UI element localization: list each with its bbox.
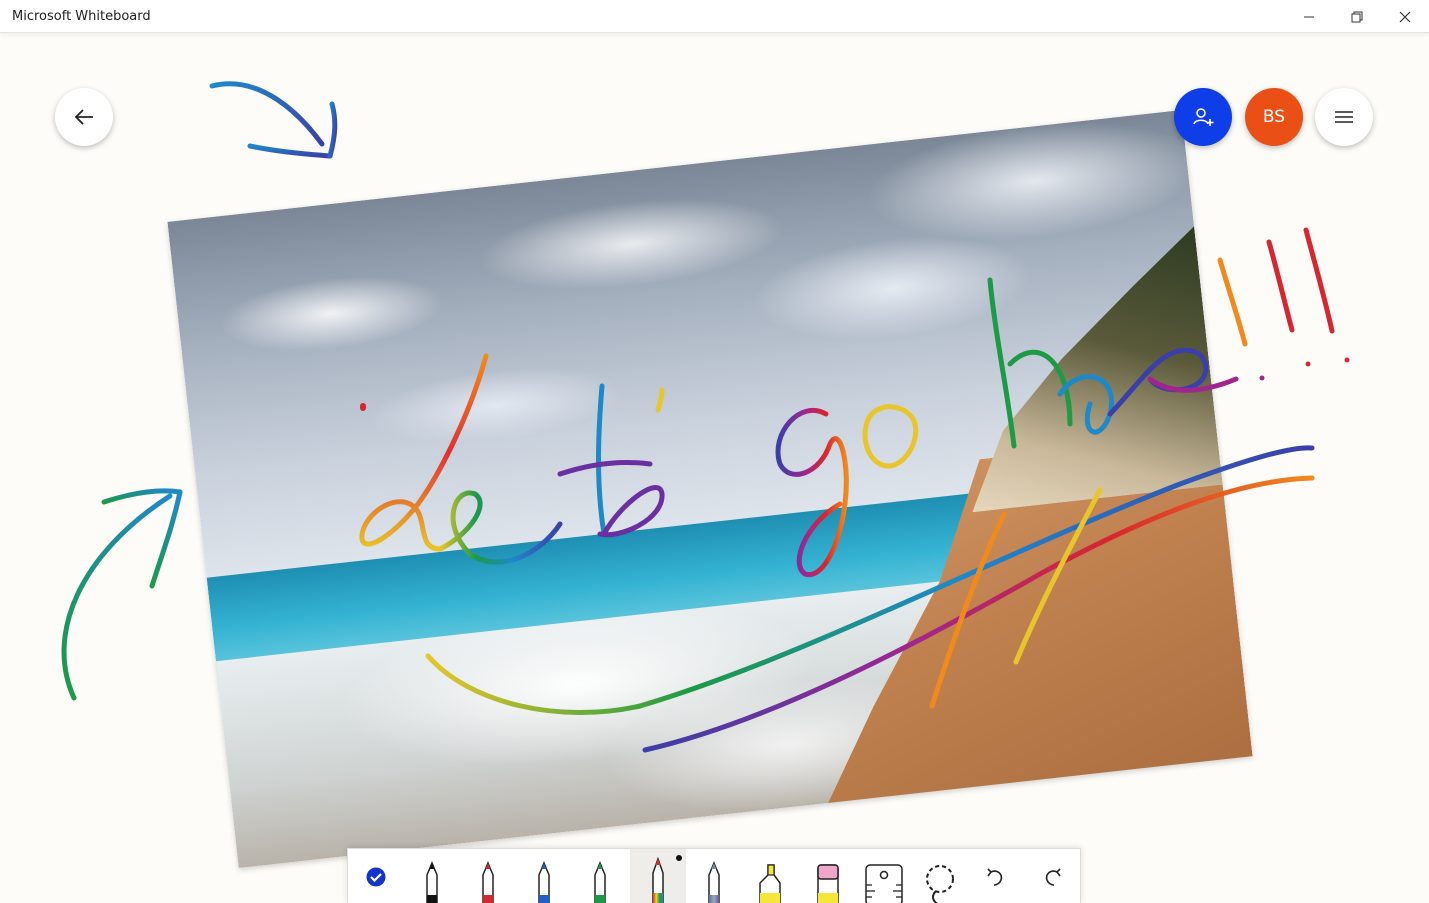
user-initials: BS: [1262, 107, 1286, 127]
redo-icon: [1045, 868, 1061, 886]
highlighter-button[interactable]: [742, 849, 798, 903]
pen-icon: [708, 861, 720, 903]
close-button[interactable]: [1382, 0, 1428, 33]
pen-icon: [652, 856, 664, 903]
pen-icon: [482, 861, 494, 903]
pen-galaxy-button[interactable]: [686, 849, 742, 903]
pen-green-button[interactable]: [572, 849, 628, 903]
ink-toolbar: [347, 848, 1081, 903]
ruler-button[interactable]: [856, 849, 912, 903]
ruler-icon: [865, 864, 903, 903]
handwriting-go: [775, 404, 919, 578]
redo-button[interactable]: [1024, 849, 1080, 903]
user-avatar[interactable]: BS: [1245, 88, 1303, 146]
pen-icon: [426, 861, 438, 903]
back-arrow-icon: [74, 109, 93, 125]
lasso-button[interactable]: [912, 849, 968, 903]
pen-rainbow-button[interactable]: [630, 849, 686, 903]
select-tool-button[interactable]: [348, 849, 404, 903]
pen-black-button[interactable]: [404, 849, 460, 903]
restore-icon: [1351, 11, 1363, 22]
whiteboard-canvas[interactable]: BS: [0, 34, 1429, 903]
pen-blue-button[interactable]: [516, 849, 572, 903]
eraser-button[interactable]: [800, 849, 856, 903]
minimize-button[interactable]: [1286, 0, 1332, 33]
selected-dot-icon: [676, 855, 682, 861]
settings-menu-button[interactable]: [1315, 88, 1373, 146]
handwriting-here: [987, 227, 1350, 449]
undo-icon: [987, 868, 1003, 886]
undo-button[interactable]: [968, 849, 1024, 903]
check-icon: [366, 867, 386, 887]
title-bar: Microsoft Whiteboard: [0, 0, 1429, 33]
pen-icon: [538, 861, 550, 903]
invite-button[interactable]: [1174, 88, 1232, 146]
close-icon: [1399, 11, 1411, 22]
pen-icon: [594, 861, 606, 903]
highlighter-icon: [759, 864, 781, 903]
lasso-icon: [926, 865, 954, 903]
restore-button[interactable]: [1334, 0, 1380, 33]
app-title: Microsoft Whiteboard: [12, 9, 151, 24]
ink-layer[interactable]: [0, 34, 1429, 903]
arrow-stroke-left: [61, 488, 183, 701]
arrow-stroke-top: [209, 81, 338, 159]
add-person-icon: [1193, 108, 1214, 126]
minimize-icon: [1304, 16, 1314, 17]
back-button[interactable]: [55, 88, 113, 146]
hamburger-icon: [1335, 111, 1353, 123]
eraser-icon: [817, 864, 839, 903]
handwriting-lets: [359, 353, 665, 565]
underline-strokes: [425, 445, 1315, 753]
pen-red-button[interactable]: [460, 849, 516, 903]
